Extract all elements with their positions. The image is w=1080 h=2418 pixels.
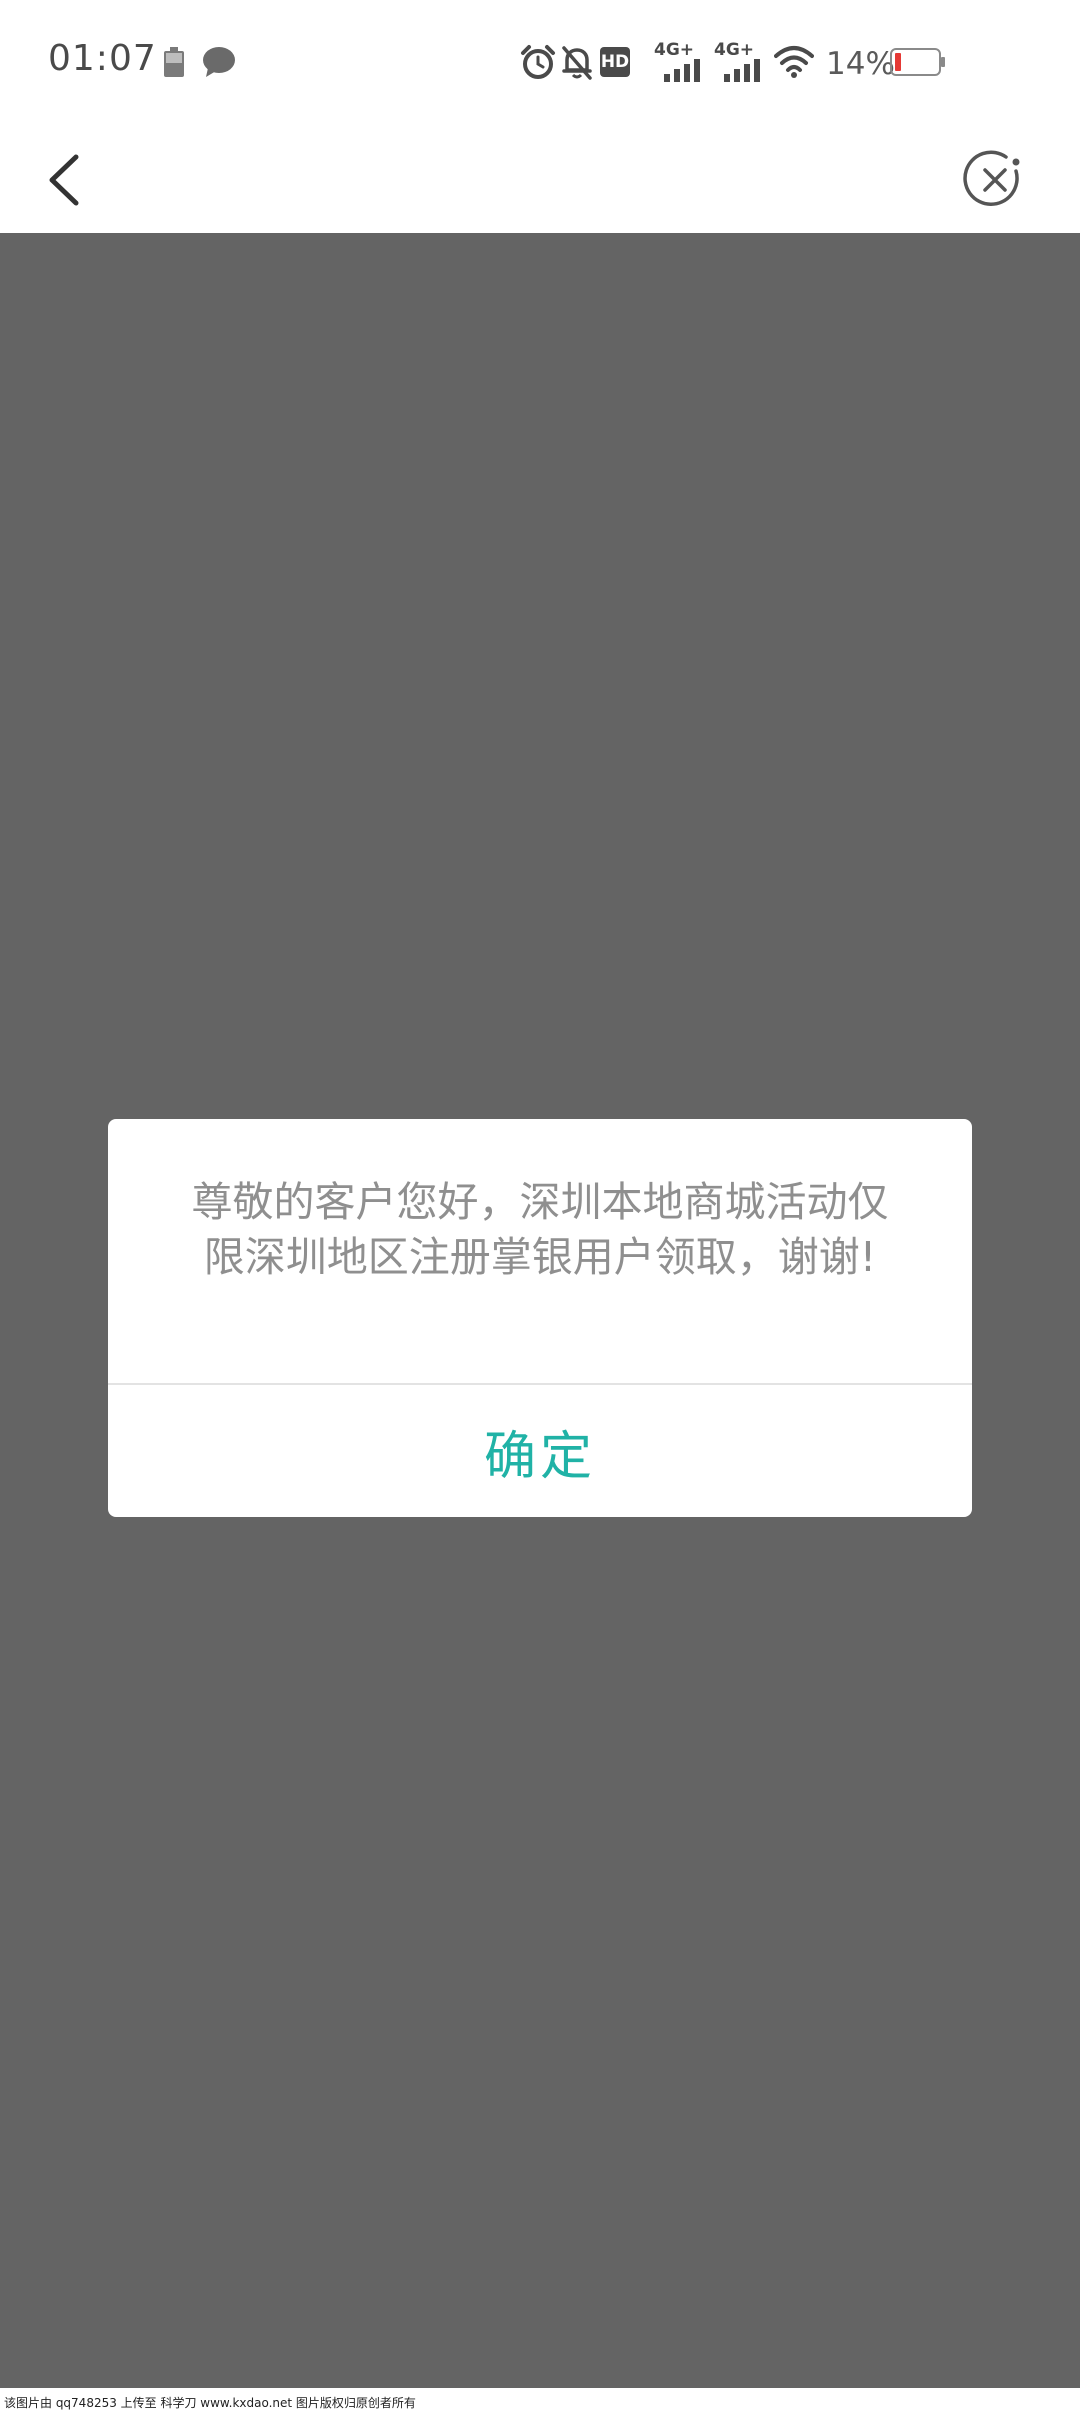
status-time: 01:07: [48, 38, 157, 79]
network-label: 4G+: [654, 40, 695, 60]
watermark: 该图片由 qq748253 上传至 科学刀 www.kxdao.net 图片版权…: [0, 2388, 1080, 2418]
dialog-message: 尊敬的客户您好，深圳本地商城活动仅限深圳地区注册掌银用户领取，谢谢!: [191, 1178, 889, 1281]
chevron-left-icon: [49, 154, 79, 206]
wifi-icon: [774, 46, 814, 78]
status-bar: 01:07 HD 4G+ 4G+ 14%: [0, 0, 1080, 125]
battery-percent: 14%: [826, 46, 895, 82]
close-button[interactable]: [960, 135, 1030, 225]
nav-bar: [0, 125, 1080, 233]
confirm-button[interactable]: 确定: [108, 1385, 972, 1517]
hd-icon: HD: [600, 45, 644, 79]
hd-label: HD: [600, 47, 630, 77]
battery-small-icon: [164, 47, 184, 77]
screen: 01:07 HD 4G+ 4G+ 14% 尊敬的客户您好，深圳本地商城活动仅限深…: [0, 0, 1080, 2418]
battery-icon: [890, 48, 945, 76]
signal-icon: 4G+: [654, 40, 704, 84]
close-circle-icon: [963, 150, 1020, 206]
alarm-icon: [521, 45, 555, 79]
chat-bubble-icon: [203, 47, 235, 77]
modal-overlay[interactable]: 尊敬的客户您好，深圳本地商城活动仅限深圳地区注册掌银用户领取，谢谢! 确定: [0, 233, 1080, 2388]
alert-dialog: 尊敬的客户您好，深圳本地商城活动仅限深圳地区注册掌银用户领取，谢谢! 确定: [108, 1119, 972, 1517]
network-label: 4G+: [714, 40, 755, 60]
mute-bell-icon: [562, 46, 592, 80]
back-button[interactable]: [30, 135, 100, 225]
signal-icon: 4G+: [714, 40, 764, 84]
